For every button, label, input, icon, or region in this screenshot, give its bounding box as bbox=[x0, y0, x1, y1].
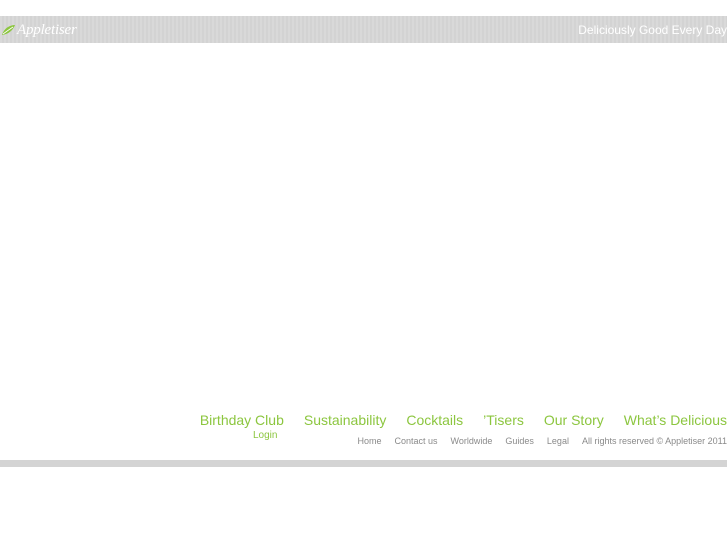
nav-item-our-story[interactable]: Our Story bbox=[544, 412, 604, 428]
nav-item-cocktails[interactable]: Cocktails bbox=[406, 412, 463, 428]
footer-link-contact-us[interactable]: Contact us bbox=[395, 436, 438, 446]
footer-bar bbox=[0, 460, 727, 467]
nav-item-birthday-club[interactable]: Birthday Club bbox=[200, 412, 284, 428]
nav-item-whats-delicious[interactable]: What’s Delicious bbox=[624, 412, 727, 428]
logo-text: Appletiser bbox=[17, 21, 77, 38]
footer-link-guides[interactable]: Guides bbox=[505, 436, 534, 446]
main-nav: Birthday Club Sustainability Cocktails ’… bbox=[200, 412, 727, 428]
copyright-text: All rights reserved © Appletiser 2011 bbox=[581, 436, 727, 446]
footer-link-worldwide[interactable]: Worldwide bbox=[451, 436, 493, 446]
footer-link-home[interactable]: Home bbox=[357, 436, 381, 446]
footer-link-legal[interactable]: Legal bbox=[547, 436, 569, 446]
appletiser-logo[interactable]: Appletiser bbox=[0, 19, 77, 41]
apple-leaf-icon bbox=[2, 25, 15, 35]
nav-item-tisers[interactable]: ’Tisers bbox=[483, 412, 524, 428]
footer-links: Home Contact us Worldwide Guides Legal A… bbox=[357, 436, 727, 446]
page: Appletiser Deliciously Good Every Day Bi… bbox=[0, 0, 727, 545]
login-link[interactable]: Login bbox=[253, 430, 277, 441]
tagline: Deliciously Good Every Day bbox=[578, 23, 727, 37]
nav-item-sustainability[interactable]: Sustainability bbox=[304, 412, 387, 428]
header-bar: Appletiser Deliciously Good Every Day bbox=[0, 16, 727, 43]
